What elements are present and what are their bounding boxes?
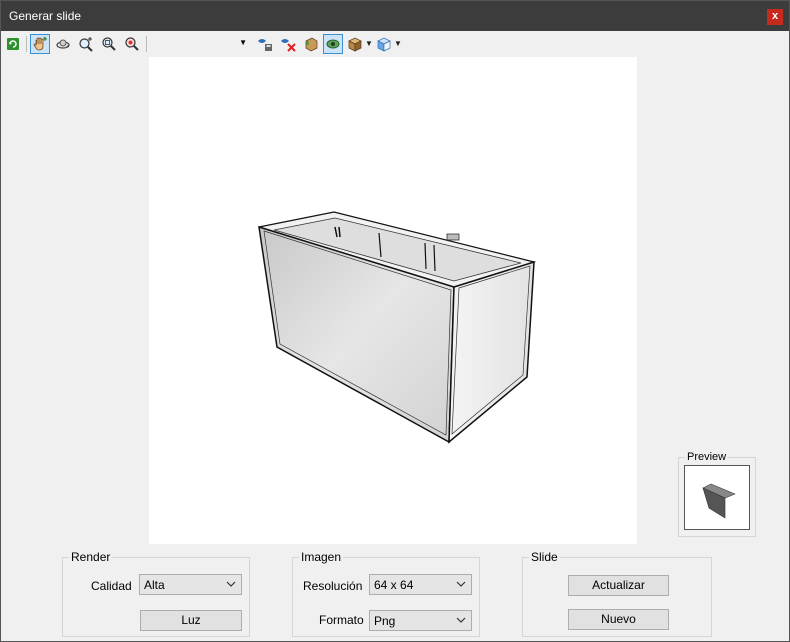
window-title: Generar slide — [9, 9, 82, 23]
hidden-line-icon — [326, 39, 340, 49]
format-label: Formato — [319, 613, 364, 627]
resolution-select[interactable]: 64 x 64 — [369, 574, 472, 595]
preview-group: Preview — [678, 451, 756, 537]
hidden-line-button[interactable] — [323, 34, 343, 54]
format-value: Png — [374, 614, 396, 628]
quality-value: Alta — [144, 578, 165, 592]
image-legend: Imagen — [299, 550, 344, 564]
chevron-down-icon — [456, 617, 466, 623]
render-legend: Render — [69, 550, 113, 564]
zoom-extents-icon — [125, 37, 139, 51]
image-group: Imagen Resolución 64 x 64 Formato Png — [292, 550, 480, 637]
pan-hand-icon — [33, 36, 47, 51]
delete-view-icon — [281, 39, 296, 52]
delete-view-button[interactable] — [278, 34, 298, 54]
cabinet-model — [258, 211, 537, 444]
quality-select[interactable]: Alta — [139, 574, 242, 595]
new-button[interactable]: Nuevo — [568, 609, 669, 630]
zoom-window-button[interactable] — [99, 34, 119, 54]
quality-label: Calidad — [91, 579, 132, 593]
orbit-icon — [56, 39, 70, 49]
pan-button[interactable] — [30, 34, 50, 54]
resolution-label: Resolución — [303, 579, 363, 593]
shading-icon — [305, 37, 318, 52]
preview-label: Preview — [685, 451, 729, 463]
refresh-button[interactable] — [3, 34, 23, 54]
chevron-down-icon — [226, 581, 236, 587]
preview-image — [702, 483, 736, 519]
render-style-button[interactable] — [345, 34, 365, 54]
chevron-down-icon — [456, 581, 466, 587]
orbit-button[interactable] — [53, 34, 73, 54]
toolbar-separator — [146, 36, 147, 52]
preview-thumbnail — [684, 465, 750, 530]
slide-legend: Slide — [529, 550, 560, 564]
chevron-down-icon: ▼ — [239, 38, 247, 47]
refresh-icon — [7, 38, 19, 50]
zoom-window-icon — [102, 37, 116, 51]
save-view-button[interactable] — [255, 34, 275, 54]
view-direction-dropdown[interactable]: ▼ — [394, 34, 402, 54]
update-button[interactable]: Actualizar — [568, 575, 669, 596]
render-style-dropdown[interactable]: ▼ — [365, 34, 373, 54]
view-direction-button[interactable] — [374, 34, 394, 54]
zoom-in-icon — [79, 37, 93, 52]
light-button[interactable]: Luz — [140, 610, 242, 631]
generar-slide-dialog: Generar slide x ▼ ▼ ▼ Preview Render Cal… — [0, 0, 790, 642]
render-group: Render Calidad Alta Luz — [62, 550, 250, 637]
toolbar-separator — [26, 36, 27, 52]
resolution-value: 64 x 64 — [374, 578, 414, 592]
toolbar: ▼ ▼ ▼ — [1, 32, 789, 56]
zoom-extents-button[interactable] — [122, 34, 142, 54]
save-view-icon — [258, 39, 272, 51]
zoom-in-button[interactable] — [76, 34, 96, 54]
close-button[interactable]: x — [767, 9, 783, 25]
render-style-icon — [348, 37, 362, 52]
title-bar: Generar slide x — [1, 1, 789, 31]
slide-group: Slide Actualizar Nuevo — [522, 550, 712, 637]
view-combo[interactable]: ▼ — [151, 35, 249, 53]
3d-viewport[interactable] — [149, 57, 637, 544]
shading-button[interactable] — [301, 34, 321, 54]
format-select[interactable]: Png — [369, 610, 472, 631]
view-direction-icon — [377, 37, 391, 52]
